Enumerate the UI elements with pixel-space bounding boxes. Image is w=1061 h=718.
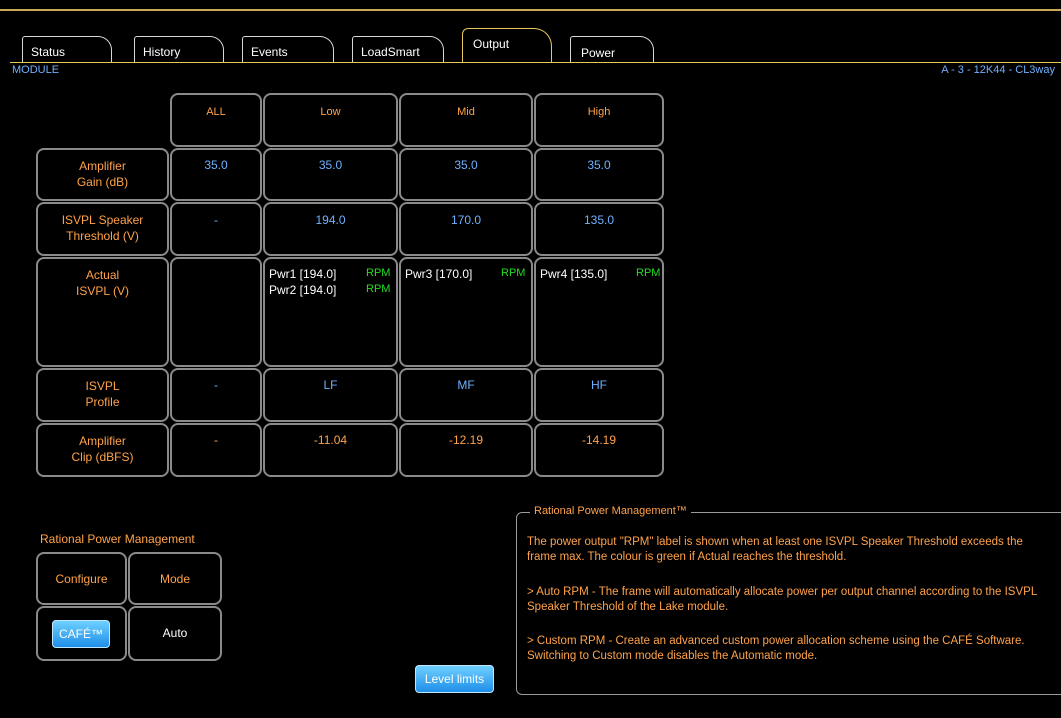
actual-mid: Pwr3 [170.0] RPM [399,257,533,367]
row-label-text: Amplifier Gain (dB) [76,159,129,189]
row-label-isvpl-threshold: ISVPL Speaker Threshold (V) [36,202,169,256]
value-text: -12.19 [448,433,484,447]
value-text: -14.19 [581,433,617,447]
row-label-amplifier-gain: Amplifier Gain (dB) [36,148,169,201]
profile-high[interactable]: HF [534,368,664,422]
value-text: - [214,433,218,447]
rpm-panel-title: Rational Power Management [40,532,195,546]
cafe-button[interactable]: CAFÉ™ [52,620,110,648]
value-text: - [214,213,218,227]
value-text: 135.0 [583,213,615,227]
mode-label: Mode [159,572,191,586]
row-label-text: Amplifier Clip (dBFS) [71,434,134,464]
tab-bar: Status History Events LoadSmart Output P… [0,0,1061,64]
col-header-label: Mid [457,106,475,118]
tab-power-label: Power [581,46,616,60]
profile-mid[interactable]: MF [399,368,533,422]
value-text: 194.0 [315,213,346,227]
value-text: 35.0 [204,158,228,172]
col-header-low: Low [263,93,398,147]
actual-low: Pwr1 [194.0] RPM Pwr2 [194.0] RPM [263,257,398,367]
actual-pwr3: Pwr3 [170.0] [405,267,473,281]
mode-label-cell: Mode [128,552,222,605]
tab-status-label: Status [31,45,66,59]
tab-power[interactable]: Power [570,36,654,63]
rpm-info-paragraph-1: The power output "RPM" label is shown wh… [527,536,1023,563]
value-text: 170.0 [450,213,482,227]
rpm-badge-pwr3: RPM [501,267,526,279]
value-text: 35.0 [454,158,478,172]
row-label-isvpl-profile: ISVPL Profile [36,368,169,422]
actual-pwr1: Pwr1 [194.0] [269,267,337,281]
tab-loadsmart[interactable]: LoadSmart [352,36,444,63]
row-label-text: Actual ISVPL (V) [76,268,129,298]
actual-all [170,257,262,367]
tab-events-label: Events [251,45,288,59]
tab-events[interactable]: Events [242,36,334,63]
level-limits-label: Level limits [424,672,485,686]
value-text: - [214,378,218,392]
row-label-text: ISVPL Speaker Threshold (V) [61,213,144,243]
threshold-mid[interactable]: 170.0 [399,202,533,256]
row-label-amplifier-clip: Amplifier Clip (dBFS) [36,423,169,477]
tab-history-label: History [143,45,181,59]
mode-value: Auto [162,626,188,640]
configure-label-cell: Configure [36,552,127,605]
gain-mid[interactable]: 35.0 [399,148,533,201]
rpm-badge-pwr1: RPM [366,267,391,279]
actual-pwr2: Pwr2 [194.0] [269,283,337,297]
col-header-label: High [587,106,611,118]
profile-low[interactable]: LF [263,368,398,422]
level-limits-button[interactable]: Level limits [415,665,494,693]
module-id: A - 3 - 12K44 - CL3way [941,64,1055,76]
actual-high: Pwr4 [135.0] RPM [534,257,664,367]
threshold-high[interactable]: 135.0 [534,202,664,256]
col-header-all: ALL [170,93,262,147]
value-text: LF [323,378,338,392]
clip-high: -14.19 [534,423,664,477]
row-label-text: ISVPL Profile [85,379,120,409]
rpm-info-paragraph-2: > Auto RPM - The frame will automaticall… [527,586,1037,613]
col-header-label: ALL [206,106,226,118]
value-text: MF [457,378,475,392]
clip-mid: -12.19 [399,423,533,477]
clip-all: - [170,423,262,477]
threshold-low[interactable]: 194.0 [263,202,398,256]
tab-history[interactable]: History [134,36,224,63]
gain-high[interactable]: 35.0 [534,148,664,201]
tab-output[interactable]: Output [462,28,552,63]
actual-pwr4: Pwr4 [135.0] [540,267,608,281]
col-header-label: Low [320,106,341,118]
cafe-button-label: CAFÉ™ [58,627,103,641]
tab-underline [10,62,1061,63]
value-text: -11.04 [313,433,348,447]
tab-status[interactable]: Status [22,36,112,63]
tab-loadsmart-label: LoadSmart [361,45,420,59]
rpm-badge-pwr2: RPM [366,283,391,295]
col-header-high: High [534,93,664,147]
module-label: MODULE [12,64,60,76]
mode-value-cell[interactable]: Auto [128,606,222,661]
col-header-mid: Mid [399,93,533,147]
value-text: HF [591,378,607,392]
threshold-all[interactable]: - [170,202,262,256]
value-text: 35.0 [587,158,611,172]
rpm-info-title: Rational Power Management™ [530,505,691,517]
configure-label: Configure [55,572,108,586]
value-text: 35.0 [318,158,343,172]
gain-all[interactable]: 35.0 [170,148,262,201]
rpm-badge-pwr4: RPM [636,267,661,279]
row-label-actual-isvpl: Actual ISVPL (V) [36,257,169,367]
rpm-info-paragraph-3: > Custom RPM - Create an advanced custom… [527,635,1025,662]
profile-all[interactable]: - [170,368,262,422]
tab-output-label: Output [473,37,510,51]
gain-low[interactable]: 35.0 [263,148,398,201]
clip-low: -11.04 [263,423,398,477]
